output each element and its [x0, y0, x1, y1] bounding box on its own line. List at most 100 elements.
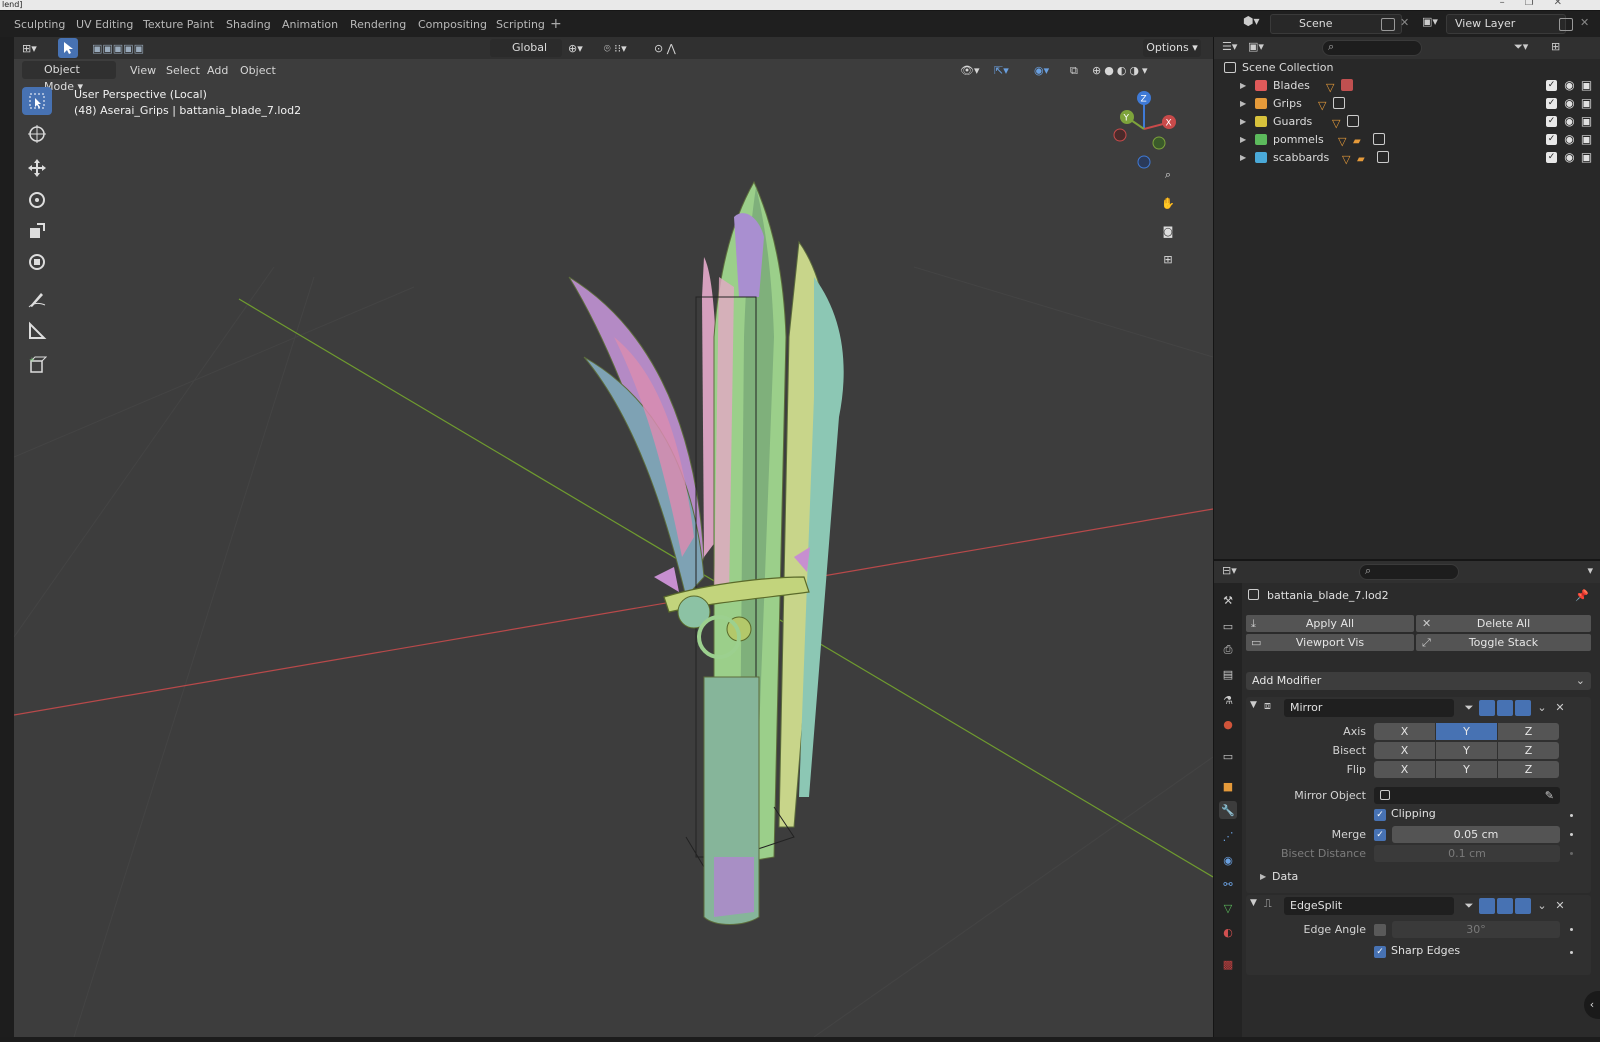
on-cage-icon[interactable]: ⏷: [1461, 898, 1477, 914]
outliner-row-scabbards[interactable]: ▶ scabbards ▽ ▰ ✓ ◉ ▣: [1214, 149, 1600, 167]
new-collection-icon[interactable]: ⊞: [1551, 40, 1560, 53]
clipping-checkbox[interactable]: ✓: [1374, 809, 1386, 821]
render-icon[interactable]: [1515, 898, 1531, 914]
collection-tab-icon[interactable]: ▭: [1219, 747, 1237, 765]
edgesplit-name-field[interactable]: EdgeSplit: [1284, 897, 1454, 915]
shading-mode-icons[interactable]: ⊕●◐◑▾: [1092, 62, 1182, 79]
expand-arrow-icon[interactable]: ▶: [1240, 149, 1246, 167]
sharp-edges-checkbox[interactable]: ✓: [1374, 946, 1386, 958]
edit-mode-icon[interactable]: [1479, 700, 1495, 716]
filter-icon[interactable]: ⏷▾: [1514, 40, 1528, 54]
bisect-z-button[interactable]: Z: [1498, 742, 1559, 759]
output-tab-icon[interactable]: ⎙: [1219, 641, 1237, 659]
material-tab-icon[interactable]: ◐: [1219, 923, 1237, 941]
physics-tab-icon[interactable]: ◉: [1219, 851, 1237, 869]
pin-icon[interactable]: 📌: [1575, 589, 1589, 602]
outliner-search-input[interactable]: ⌕: [1322, 40, 1422, 56]
cursor-icon[interactable]: [22, 120, 52, 148]
axis-x-button[interactable]: X: [1374, 723, 1435, 740]
camera-icon[interactable]: ▣: [1580, 97, 1593, 110]
edge-angle-field[interactable]: 30°: [1392, 921, 1560, 938]
merge-distance-field[interactable]: 0.05 cm: [1392, 826, 1560, 843]
window-controls[interactable]: –❐✕: [1500, 0, 1582, 8]
close-scene-icon[interactable]: ✕: [1400, 16, 1409, 29]
menu-view[interactable]: View: [130, 62, 156, 79]
mirror-object-field[interactable]: ✎: [1374, 787, 1560, 804]
texture-tab-icon[interactable]: ▩: [1219, 955, 1237, 973]
overlays-icon[interactable]: ◉▾: [1034, 62, 1060, 79]
pivot-point-icon[interactable]: ⊕▾: [568, 40, 598, 57]
tab-shading[interactable]: Shading: [219, 16, 278, 34]
expand-arrow-icon[interactable]: ▶: [1240, 131, 1246, 149]
3d-viewport[interactable]: ⊞▾ ▣▣▣▣▣ Global ⊕▾ ⌾ ⁝⁝▾ ⊙ ⋀ Options ▾ O…: [14, 37, 1213, 1037]
expand-arrow-icon[interactable]: ▶: [1260, 872, 1266, 881]
object-tab-icon[interactable]: ■: [1219, 777, 1237, 795]
select-mode-icon[interactable]: [58, 38, 78, 58]
bisect-x-button[interactable]: X: [1374, 742, 1435, 759]
constraints-tab-icon[interactable]: ⚯: [1219, 875, 1237, 893]
close-view-layer-icon[interactable]: ✕: [1580, 16, 1589, 29]
scene-collection-row[interactable]: Scene Collection: [1214, 59, 1600, 77]
add-cube-icon[interactable]: +: [22, 351, 52, 379]
add-workspace-button[interactable]: +: [550, 16, 562, 32]
view-layer-browse-icon[interactable]: ▣▾: [1422, 15, 1444, 31]
properties-search-input[interactable]: ⌕: [1359, 564, 1459, 580]
grid-perspective-icon[interactable]: ⊞: [1156, 247, 1180, 271]
gizmo-toggle-icon[interactable]: ⇱▾: [994, 62, 1020, 79]
new-view-layer-icon[interactable]: [1559, 18, 1573, 31]
render-tab-icon[interactable]: ▭: [1219, 617, 1237, 635]
flip-x-button[interactable]: X: [1374, 761, 1435, 778]
bisect-distance-field[interactable]: 0.1 cm: [1374, 845, 1560, 862]
tab-animation[interactable]: Animation: [275, 16, 345, 34]
expand-arrow-icon[interactable]: ▶: [1240, 113, 1246, 131]
keyframe-dot[interactable]: [1570, 852, 1573, 855]
camera-icon[interactable]: ▣: [1580, 133, 1593, 146]
merge-checkbox[interactable]: ✓: [1374, 829, 1386, 841]
keyframe-dot[interactable]: [1570, 814, 1573, 817]
flip-z-button[interactable]: Z: [1498, 761, 1559, 778]
selection-mode-icons[interactable]: ▣▣▣▣▣: [92, 40, 172, 57]
edge-angle-checkbox[interactable]: ✓: [1374, 924, 1386, 936]
close-icon[interactable]: ✕: [1552, 700, 1568, 716]
new-scene-icon[interactable]: [1381, 18, 1395, 31]
keyframe-dot[interactable]: [1570, 951, 1573, 954]
camera-icon[interactable]: ▣: [1580, 115, 1593, 128]
scale-icon[interactable]: [22, 217, 52, 245]
object-mode-dropdown[interactable]: Object Mode ▾: [22, 61, 116, 93]
outliner-row-pommels[interactable]: ▶ pommels ▽ ▰ ✓ ◉ ▣: [1214, 131, 1600, 149]
zoom-icon[interactable]: ⌕: [1156, 163, 1180, 187]
collapse-arrow-icon[interactable]: ▼: [1250, 700, 1257, 710]
particles-tab-icon[interactable]: ⋰: [1219, 827, 1237, 845]
display-mode-icon[interactable]: ▣▾: [1248, 40, 1264, 53]
delete-all-button[interactable]: ✕ Delete All: [1416, 615, 1591, 632]
menu-add[interactable]: Add: [207, 62, 228, 79]
outliner-row-grips[interactable]: ▶ Grips ▽ ✓ ◉ ▣: [1214, 95, 1600, 113]
visibility-icon[interactable]: 👁▾: [960, 62, 986, 79]
toggle-stack-button[interactable]: ⤢ Toggle Stack: [1416, 634, 1591, 651]
select-box-icon[interactable]: [22, 87, 52, 115]
eyedropper-icon[interactable]: ✎: [1545, 787, 1554, 804]
render-icon[interactable]: [1515, 700, 1531, 716]
realtime-icon[interactable]: [1497, 898, 1513, 914]
exclude-checkbox[interactable]: ✓: [1546, 152, 1557, 163]
outliner-row-guards[interactable]: ▶ Guards ▽ ✓ ◉ ▣: [1214, 113, 1600, 131]
eye-icon[interactable]: ◉: [1563, 133, 1576, 146]
eye-icon[interactable]: ◉: [1563, 79, 1576, 92]
view-layer-tab-icon[interactable]: ▤: [1219, 665, 1237, 683]
data-tab-icon[interactable]: ▽: [1219, 899, 1237, 917]
transform-orientation-dropdown[interactable]: Global: [490, 39, 562, 57]
edit-mode-icon[interactable]: [1479, 898, 1495, 914]
exclude-checkbox[interactable]: ✓: [1546, 98, 1557, 109]
camera-icon[interactable]: ▣: [1580, 79, 1593, 92]
transform-icon[interactable]: [22, 248, 52, 276]
realtime-icon[interactable]: [1497, 700, 1513, 716]
outliner-row-blades[interactable]: ▶ Blades ▽ ✓ ◉ ▣: [1214, 77, 1600, 95]
tab-rendering[interactable]: Rendering: [343, 16, 413, 34]
close-icon[interactable]: ✕: [1552, 898, 1568, 914]
tab-scripting[interactable]: Scripting: [489, 16, 552, 34]
apply-all-button[interactable]: ⤓ Apply All: [1246, 615, 1414, 632]
options-dropdown[interactable]: Options ▾: [1143, 39, 1201, 57]
exclude-checkbox[interactable]: ✓: [1546, 116, 1557, 127]
data-subpanel-label[interactable]: Data: [1272, 870, 1298, 883]
tab-sculpting[interactable]: Sculpting: [7, 16, 72, 34]
